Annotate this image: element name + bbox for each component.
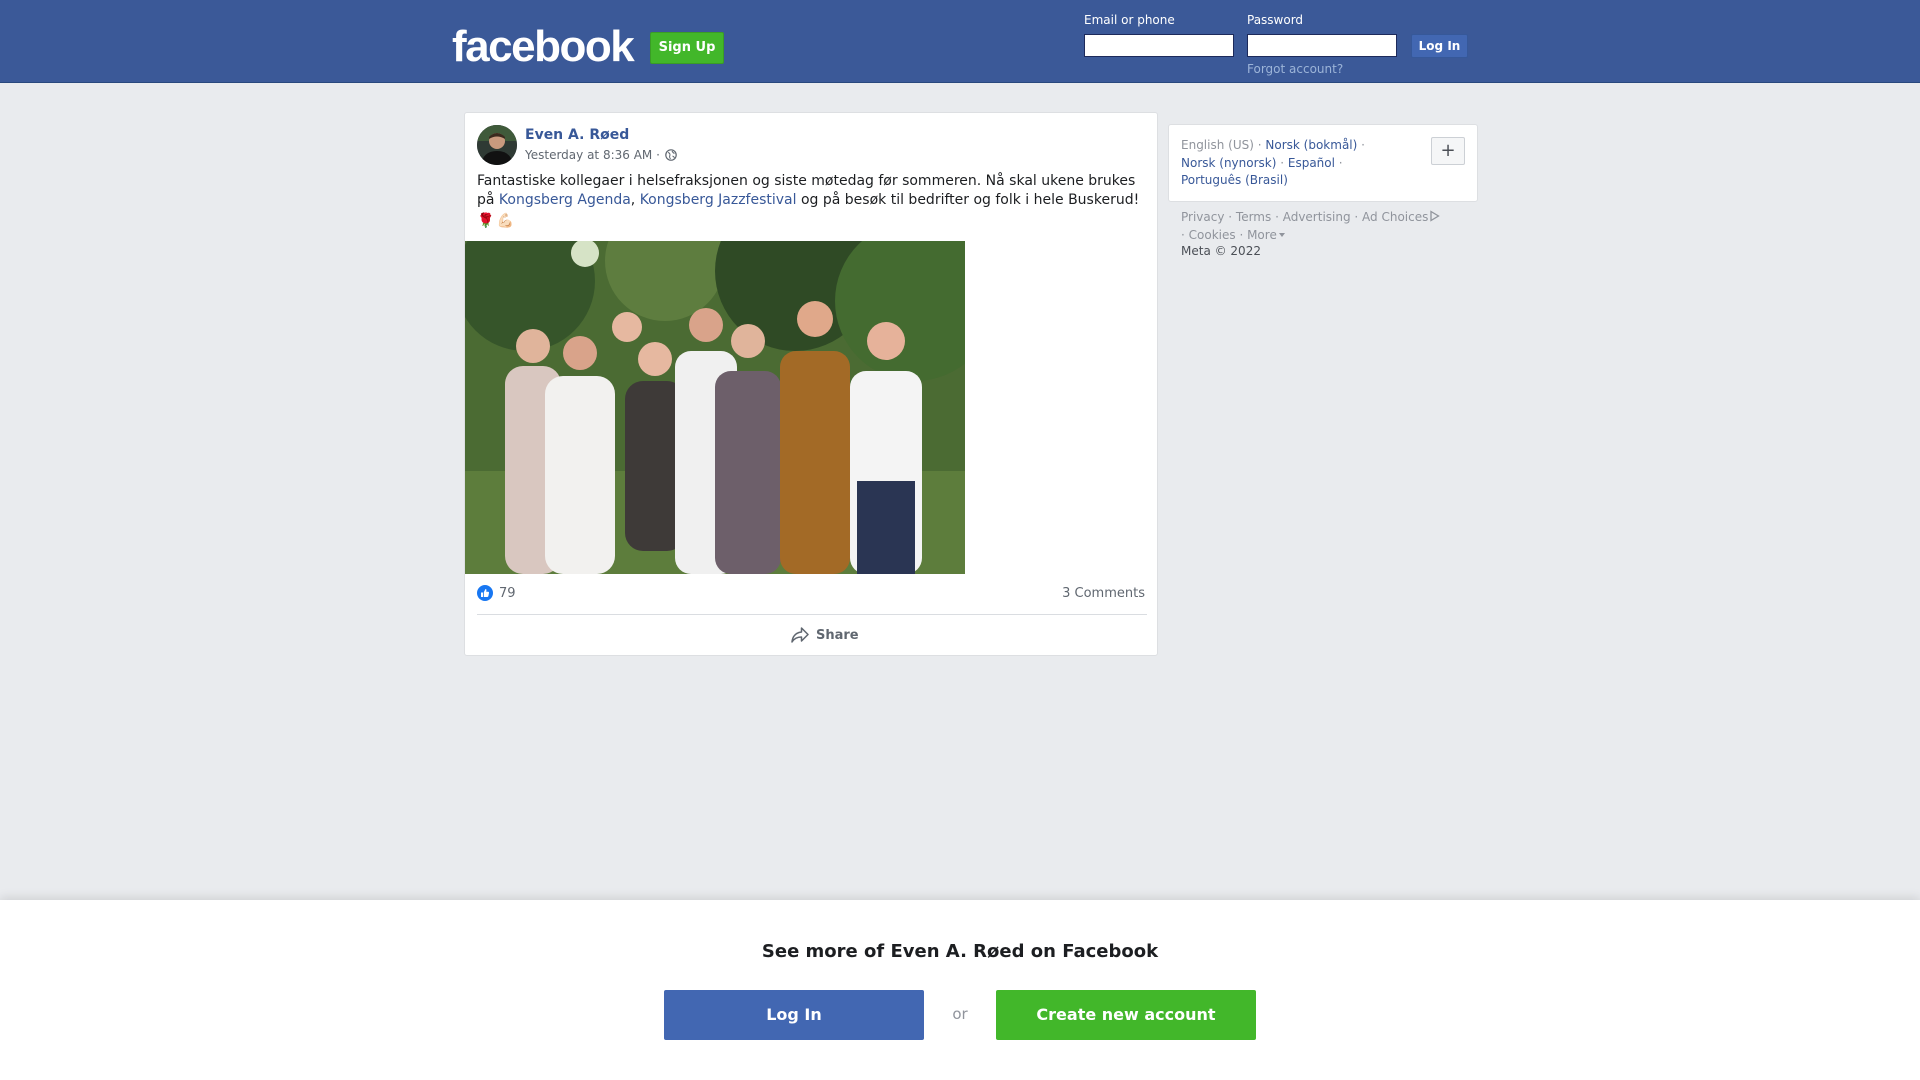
banner-or-text: or (952, 1005, 968, 1023)
kongsberg-jazzfestival-link[interactable]: Kongsberg Jazzfestival (640, 192, 797, 208)
footer-cookies-link[interactable]: Cookies (1189, 228, 1236, 242)
rose-emoji: 🌹 (477, 213, 495, 229)
share-label: Share (816, 627, 859, 643)
post-photo[interactable] (465, 241, 965, 574)
current-language: English (US) (1181, 138, 1254, 152)
post-text-part2: og på besøk til bedrifter og folk i hele… (796, 192, 1140, 208)
forgot-account-link[interactable]: Forgot account? (1247, 62, 1343, 76)
footer-advertising-link[interactable]: Advertising (1283, 210, 1351, 224)
banner-login-button[interactable]: Log In (664, 990, 924, 1040)
comments-link[interactable]: 3 Comments (1062, 586, 1145, 601)
copyright: Meta © 2022 (1181, 244, 1261, 258)
flexed-biceps-emoji: 💪🏻 (496, 213, 514, 229)
chevron-down-icon (1278, 232, 1285, 237)
post-timestamp: Yesterday at 8:36 AM · (525, 148, 677, 162)
footer-privacy-link[interactable]: Privacy (1181, 210, 1224, 224)
avatar[interactable] (477, 125, 517, 165)
language-list: English (US) · Norsk (bokmål) · Norsk (n… (1181, 138, 1365, 187)
share-icon (791, 627, 809, 643)
reactions-summary[interactable]: 79 (477, 585, 516, 601)
language-portugues-brasil[interactable]: Português (Brasil) (1181, 173, 1288, 187)
password-label: Password (1247, 13, 1304, 27)
footer-ad-choices-link[interactable]: Ad Choices (1362, 210, 1428, 224)
email-label: Email or phone (1084, 13, 1175, 27)
footer-links: Privacy · Terms · Advertising · Ad Choic… (1181, 209, 1481, 244)
like-count: 79 (499, 585, 516, 601)
facebook-logo[interactable]: facebook (452, 22, 635, 72)
ad-choices-icon (1430, 210, 1441, 222)
password-field[interactable] (1247, 34, 1397, 57)
post-card: Even A. Røed Yesterday at 8:36 AM · Fant… (464, 112, 1158, 656)
create-account-button[interactable]: Create new account (996, 990, 1256, 1040)
footer-terms-link[interactable]: Terms (1236, 210, 1271, 224)
more-languages-button[interactable]: + (1431, 137, 1465, 165)
post-divider (477, 614, 1147, 615)
author-name-link[interactable]: Even A. Røed (525, 127, 629, 143)
post-emojis: 🌹 💪🏻 (477, 213, 514, 229)
timestamp-text[interactable]: Yesterday at 8:36 AM · (525, 148, 660, 162)
share-button[interactable]: Share (790, 626, 859, 644)
globe-icon (665, 149, 677, 161)
footer-more-link[interactable]: More (1247, 228, 1277, 242)
login-button[interactable]: Log In (1411, 34, 1468, 58)
post-text: Fantastiske kollegaer i helsefraksjonen … (477, 172, 1149, 210)
banner-title: See more of Even A. Røed on Facebook (761, 941, 1159, 962)
kongsberg-agenda-link[interactable]: Kongsberg Agenda (499, 192, 631, 208)
signup-button[interactable]: Sign Up (650, 32, 724, 64)
like-icon (477, 585, 493, 601)
language-selector: English (US) · Norsk (bokmål) · Norsk (n… (1168, 124, 1478, 202)
post-text-separator: , (630, 192, 640, 208)
top-bar: facebook Sign Up Email or phone Password… (0, 0, 1920, 83)
language-norsk-bokmal[interactable]: Norsk (bokmål) (1265, 138, 1357, 152)
language-espanol[interactable]: Español (1288, 156, 1335, 170)
signup-banner: See more of Even A. Røed on Facebook Log… (0, 900, 1920, 1080)
language-norsk-nynorsk[interactable]: Norsk (nynorsk) (1181, 156, 1276, 170)
email-field[interactable] (1084, 34, 1234, 57)
